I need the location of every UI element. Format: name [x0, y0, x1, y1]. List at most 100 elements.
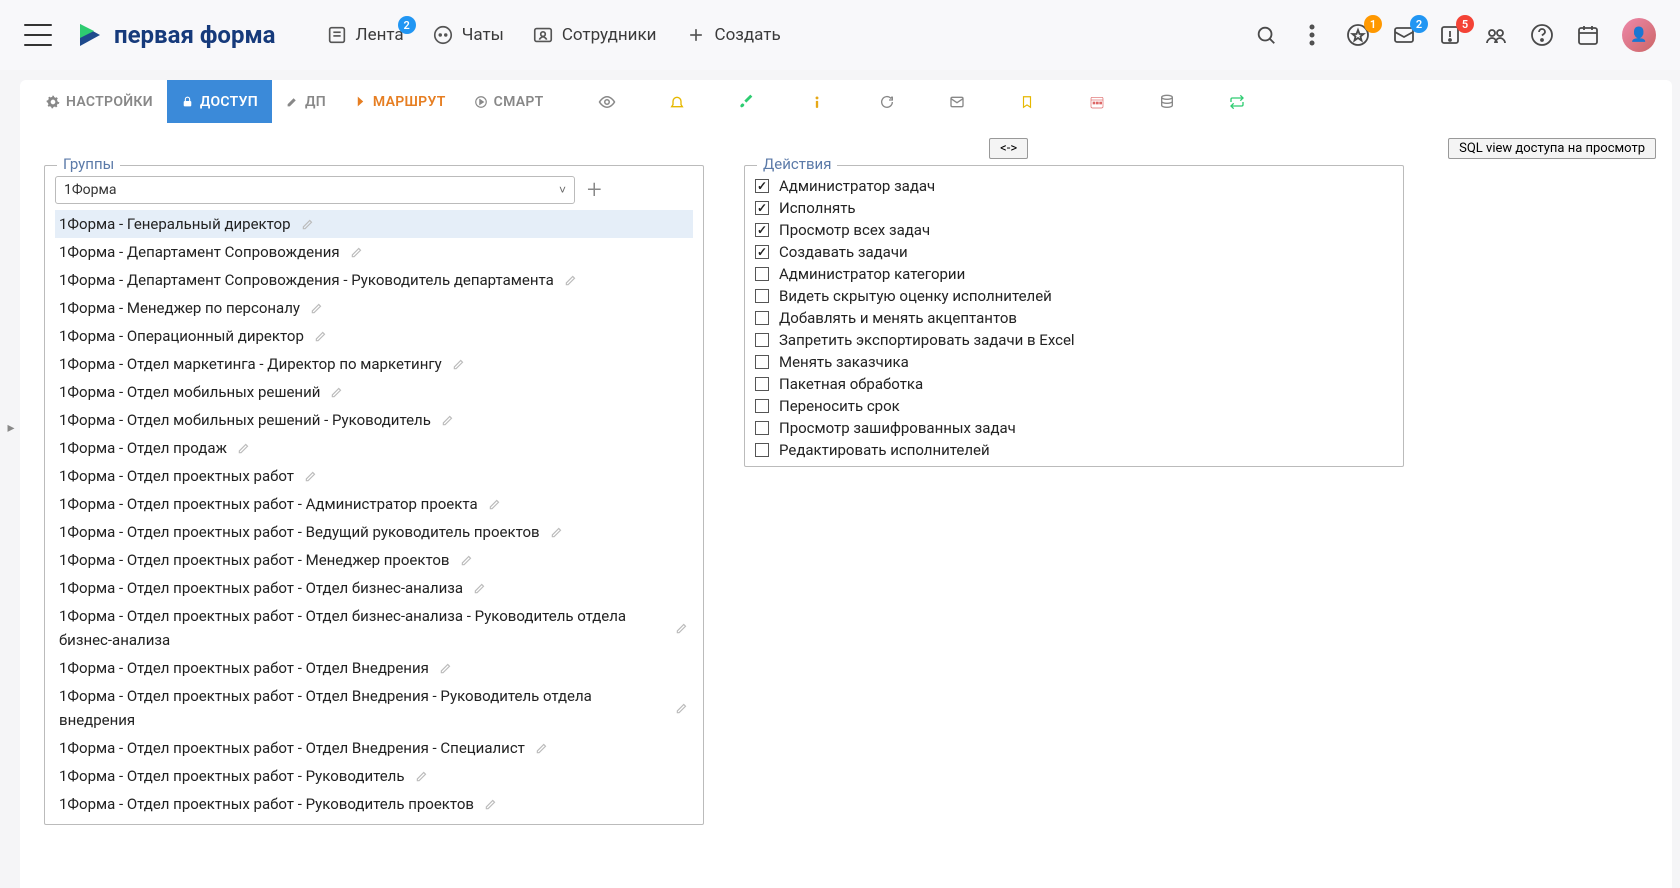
add-group-button[interactable]: +: [587, 177, 602, 203]
bookmark-icon[interactable]: [1018, 93, 1036, 111]
tab-dp[interactable]: ДП: [272, 80, 340, 123]
pencil-icon[interactable]: [535, 741, 549, 755]
nav-chats-label: Чаты: [462, 25, 504, 45]
play-circle-icon: [474, 95, 488, 109]
action-item-label: Видеть скрытую оценку исполнителей: [779, 287, 1052, 305]
refresh-icon[interactable]: [878, 93, 896, 111]
pencil-icon[interactable]: [301, 217, 315, 231]
tab-access[interactable]: ДОСТУП: [167, 80, 272, 123]
pencil-icon[interactable]: [484, 797, 498, 811]
pencil-icon[interactable]: [441, 413, 455, 427]
group-item[interactable]: 1Форма - Отдел мобильных решений - Руков…: [55, 406, 693, 434]
pencil-icon[interactable]: [237, 441, 251, 455]
checkbox[interactable]: [755, 267, 769, 281]
star-badge: 1: [1364, 15, 1382, 33]
calendar-icon[interactable]: [1576, 23, 1600, 47]
pencil-icon[interactable]: [415, 769, 429, 783]
menu-icon[interactable]: [24, 24, 52, 46]
checkbox[interactable]: [755, 289, 769, 303]
checkbox[interactable]: [755, 245, 769, 259]
group-item[interactable]: 1Форма - Генеральный директор: [55, 210, 693, 238]
group-item[interactable]: 1Форма - Отдел проектных работ - Ведущий…: [55, 518, 693, 546]
action-item-label: Создавать задачи: [779, 243, 908, 261]
pencil-icon[interactable]: [675, 621, 689, 635]
group-select[interactable]: 1Форма ˅: [55, 176, 575, 204]
pencil-icon[interactable]: [304, 469, 318, 483]
group-item[interactable]: 1Форма - Отдел проектных работ - Отдел В…: [55, 654, 693, 682]
calendar-small-icon[interactable]: [1088, 93, 1106, 111]
checkbox[interactable]: [755, 443, 769, 457]
group-item[interactable]: 1Форма - Департамент Сопровождения: [55, 238, 693, 266]
tab-settings[interactable]: НАСТРОЙКИ: [32, 80, 167, 123]
checkbox[interactable]: [755, 355, 769, 369]
checkbox[interactable]: [755, 399, 769, 413]
brush-icon[interactable]: [738, 93, 756, 111]
pencil-icon[interactable]: [314, 329, 328, 343]
avatar[interactable]: 👤: [1622, 18, 1656, 52]
action-item-label: Просмотр всех задач: [779, 221, 930, 239]
nav-chats[interactable]: Чаты: [432, 24, 504, 46]
alert-icon[interactable]: 5: [1438, 23, 1462, 47]
envelope-icon[interactable]: [948, 93, 966, 111]
pencil-icon[interactable]: [350, 245, 364, 259]
nav-feed[interactable]: Лента 2: [326, 24, 404, 46]
pencil-icon[interactable]: [310, 301, 324, 315]
tab-smart[interactable]: СМАРТ: [460, 80, 558, 123]
action-item: Менять заказчика: [755, 352, 1393, 372]
checkbox[interactable]: [755, 223, 769, 237]
database-icon[interactable]: [1158, 93, 1176, 111]
group-item[interactable]: 1Форма - Отдел маркетинга - Директор по …: [55, 350, 693, 378]
pencil-icon[interactable]: [550, 525, 564, 539]
pencil-icon[interactable]: [460, 553, 474, 567]
inbox-icon[interactable]: 2: [1392, 23, 1416, 47]
kebab-icon[interactable]: [1300, 23, 1324, 47]
group-item[interactable]: 1Форма - Отдел проектных работ - Руковод…: [55, 790, 693, 818]
sync-icon[interactable]: [1228, 93, 1246, 111]
group-item-label: 1Форма - Отдел проектных работ - Админис…: [59, 492, 478, 516]
group-item[interactable]: 1Форма - Отдел проектных работ - Менедже…: [55, 546, 693, 574]
group-item[interactable]: 1Форма - Департамент Сопровождения - Рук…: [55, 266, 693, 294]
chevron-down-icon: ˅: [559, 183, 566, 197]
side-expand-handle[interactable]: ▸: [6, 420, 16, 436]
checkbox[interactable]: [755, 179, 769, 193]
pencil-icon[interactable]: [452, 357, 466, 371]
group-item[interactable]: 1Форма - Отдел проектных работ - Отдел б…: [55, 574, 693, 602]
group-item[interactable]: 1Форма - Отдел проектных работ - Админис…: [55, 490, 693, 518]
checkbox[interactable]: [755, 311, 769, 325]
pencil-icon[interactable]: [330, 385, 344, 399]
pencil-icon[interactable]: [564, 273, 578, 287]
group-item[interactable]: 1Форма - Отдел проектных работ - Отдел В…: [55, 682, 693, 734]
eye-icon[interactable]: [598, 93, 616, 111]
checkbox[interactable]: [755, 201, 769, 215]
group-item[interactable]: 1Форма - Отдел проектных работ - Отдел В…: [55, 734, 693, 762]
checkbox[interactable]: [755, 421, 769, 435]
star-icon[interactable]: 1: [1346, 23, 1370, 47]
group-item-label: 1Форма - Отдел проектных работ - Руковод…: [59, 792, 474, 816]
group-item[interactable]: 1Форма - Отдел проектных работ - Руковод…: [55, 762, 693, 790]
nav-employees[interactable]: Сотрудники: [532, 24, 657, 46]
nav-create[interactable]: Создать: [685, 24, 781, 46]
help-icon[interactable]: [1530, 23, 1554, 47]
info-icon[interactable]: [808, 93, 826, 111]
tab-route[interactable]: МАРШРУТ: [340, 80, 460, 123]
checkbox[interactable]: [755, 377, 769, 391]
pencil-icon[interactable]: [488, 497, 502, 511]
checkbox[interactable]: [755, 333, 769, 347]
action-item-label: Администратор категории: [779, 265, 965, 283]
group-item[interactable]: 1Форма - Операционный директор: [55, 322, 693, 350]
swap-button[interactable]: <->: [989, 138, 1028, 159]
bell-icon[interactable]: [668, 93, 686, 111]
pencil-icon[interactable]: [439, 661, 453, 675]
search-icon[interactable]: [1254, 23, 1278, 47]
groups-icon[interactable]: [1484, 23, 1508, 47]
group-item[interactable]: 1Форма - Отдел проектных работ - Отдел б…: [55, 602, 693, 654]
group-item[interactable]: 1Форма - Отдел мобильных решений: [55, 378, 693, 406]
group-item[interactable]: 1Форма - Отдел проектных работ: [55, 462, 693, 490]
group-item[interactable]: 1Форма - Отдел продаж: [55, 434, 693, 462]
pencil-icon[interactable]: [675, 701, 689, 715]
nav-employees-label: Сотрудники: [562, 25, 657, 45]
sql-view-button[interactable]: SQL view доступа на просмотр: [1448, 138, 1656, 159]
pencil-icon[interactable]: [473, 581, 487, 595]
group-item[interactable]: 1Форма - Менеджер по персоналу: [55, 294, 693, 322]
logo[interactable]: первая форма: [74, 20, 276, 50]
